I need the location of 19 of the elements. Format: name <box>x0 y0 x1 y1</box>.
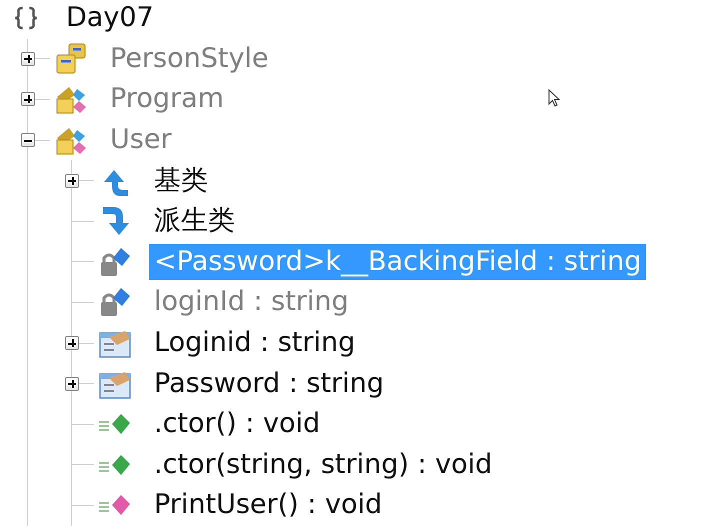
expand-toggle[interactable] <box>65 376 79 391</box>
folder-label[interactable]: 基类 <box>149 162 213 199</box>
expand-toggle[interactable] <box>21 52 35 66</box>
namespace-label[interactable]: Day07 <box>61 0 159 36</box>
type-label[interactable]: Program <box>105 81 229 118</box>
member-label[interactable]: Password : string <box>149 366 389 402</box>
member-label[interactable]: Loginid : string <box>149 325 360 362</box>
collapse-toggle[interactable] <box>21 133 35 148</box>
mouse-pointer-icon <box>548 89 560 107</box>
expand-toggle[interactable] <box>65 174 79 188</box>
member-label[interactable]: .ctor() : void <box>149 406 326 442</box>
expand-toggle[interactable] <box>65 336 79 350</box>
member-label[interactable]: .ctor(string, string) : void <box>149 446 498 483</box>
member-label[interactable]: loginId : string <box>149 284 354 320</box>
member-label[interactable]: PrintUser() : void <box>149 487 388 524</box>
type-label[interactable]: User <box>105 122 177 158</box>
folder-label[interactable]: 派生类 <box>149 203 240 240</box>
expand-toggle[interactable] <box>21 92 35 106</box>
type-label[interactable]: PersonStyle <box>105 40 274 77</box>
